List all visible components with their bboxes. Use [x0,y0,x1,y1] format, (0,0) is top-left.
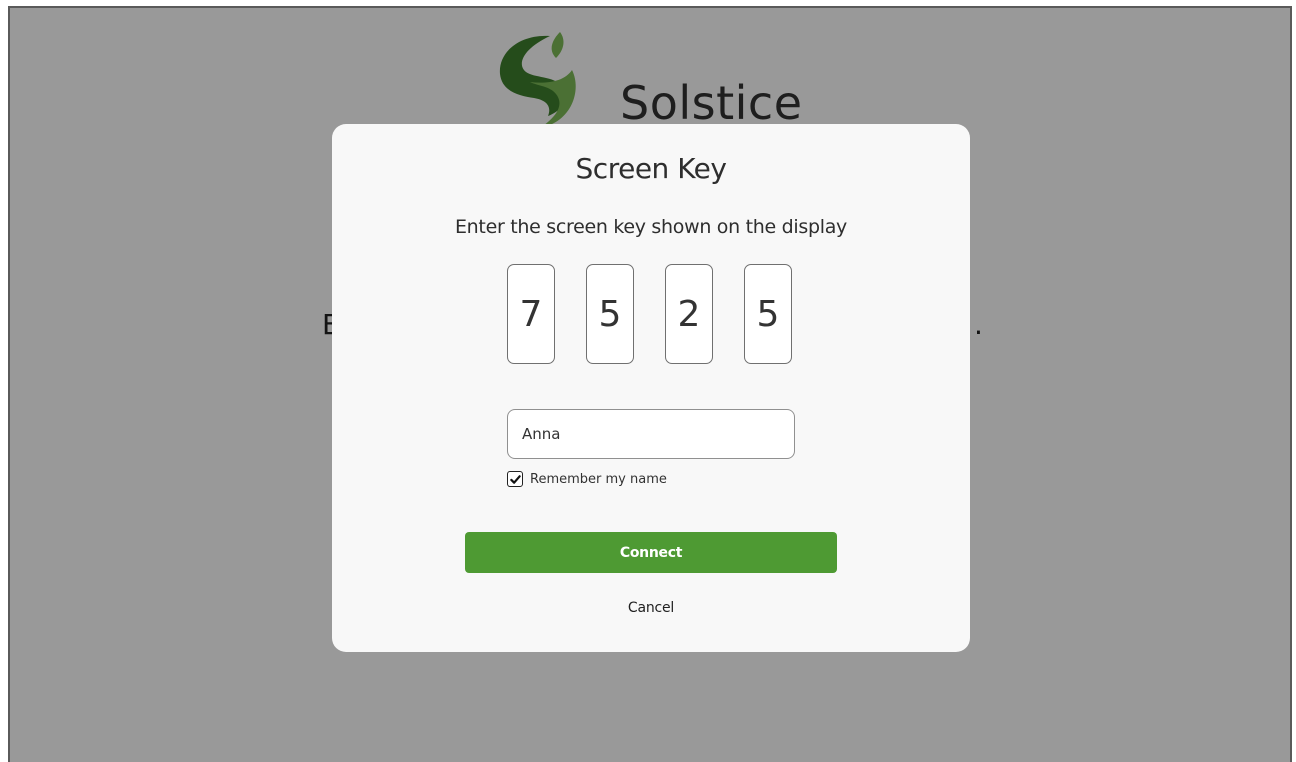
cancel-button[interactable]: Cancel [332,600,970,616]
dialog-title: Screen Key [575,152,727,185]
app-window: Solstice E . Screen Key Enter the screen… [8,6,1292,762]
screen-key-digit-2[interactable]: 5 [586,264,634,364]
screen-key-digit-3[interactable]: 2 [665,264,713,364]
remember-name-row[interactable]: Remember my name [507,470,667,488]
screen-key-digit-1[interactable]: 7 [507,264,555,364]
remember-name-label: Remember my name [530,471,667,487]
screen-key-dialog: Screen Key Enter the screen key shown on… [332,124,970,652]
connect-button[interactable]: Connect [465,532,837,573]
screen-key-digit-4[interactable]: 5 [744,264,792,364]
name-input[interactable] [507,409,795,459]
dialog-instructions: Enter the screen key shown on the displa… [454,216,848,238]
checkmark-icon [509,474,521,484]
screen-key-inputs: 7 5 2 5 [507,264,797,366]
remember-name-checkbox[interactable] [507,471,523,487]
